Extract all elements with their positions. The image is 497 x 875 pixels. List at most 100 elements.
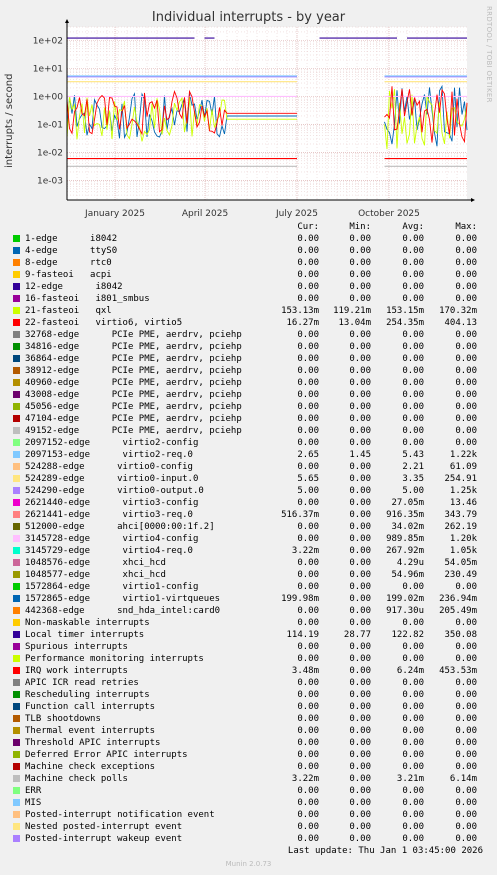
legend-value-max: 205.49m <box>439 606 477 616</box>
legend-value-avg: 0.00 <box>402 714 424 724</box>
x-tick-label: July 2025 <box>275 209 318 219</box>
legend-value-min: 0.00 <box>349 246 371 256</box>
legend-series-name: 16-fasteoi i801_smbus <box>25 294 150 304</box>
legend-row: 524290-edge virtio0-output.0 5.00 0.00 5.00… <box>0 485 497 497</box>
legend-series-name: Machine check polls <box>25 774 128 784</box>
legend-value-avg: 0.00 <box>402 378 424 388</box>
legend-column-header: Avg: <box>402 222 424 232</box>
legend-swatch <box>13 295 20 302</box>
legend-row: IRQ work interrupts 3.48m 0.00 6.24m 453.53m <box>0 665 497 677</box>
legend-value-cur: 0.00 <box>297 762 319 772</box>
legend-value-avg: 989.85m <box>386 534 424 544</box>
legend-series-name: Threshold APIC interrupts <box>25 738 161 748</box>
legend-series-name: Function call interrupts <box>25 702 156 712</box>
legend-swatch <box>13 463 20 470</box>
legend-value-avg: 0.00 <box>402 702 424 712</box>
legend-value-cur: 0.00 <box>297 798 319 808</box>
legend-value-avg: 153.15m <box>386 306 424 316</box>
legend-value-max: 0.00 <box>455 402 477 412</box>
last-update: Last update: Thu Jan 1 03:45:00 2026 <box>287 846 483 856</box>
legend-value-cur: 0.00 <box>297 726 319 736</box>
legend-value-max: 1.05k <box>449 546 477 556</box>
legend-value-max: 0.00 <box>455 690 477 700</box>
legend-value-min: 0.00 <box>349 558 371 568</box>
legend-swatch <box>13 355 20 362</box>
legend-series-name: Rescheduling interrupts <box>25 690 150 700</box>
legend-value-cur: 0.00 <box>297 234 319 244</box>
legend-row: 21-fasteoi qxl 153.13m 119.21m 153.15m 170.3… <box>0 305 497 317</box>
legend-row: 1572865-edge virtio1-virtqueues 199.98m 0.… <box>0 593 497 605</box>
legend-row: Function call interrupts 0.00 0.00 0.00 0.00 <box>0 701 497 713</box>
legend-row: 34816-edge PCIe PME, aerdrv, pciehp 0.00 0… <box>0 341 497 353</box>
legend-value-max: 404.13 <box>444 318 477 328</box>
legend-value-cur: 0.00 <box>297 534 319 544</box>
legend-value-max: 0.00 <box>455 654 477 664</box>
legend-value-max: 0.00 <box>455 786 477 796</box>
legend-row: 45056-edge PCIe PME, aerdrv, pciehp 0.00 0… <box>0 401 497 413</box>
y-tick-label: 1e+02 <box>33 36 63 46</box>
legend-value-max: 13.46 <box>449 498 477 508</box>
legend-value-cur: 0.00 <box>297 414 319 424</box>
legend-series-name: 22-fasteoi virtio6, virtio5 <box>25 318 183 328</box>
legend-value-max: 54.05m <box>444 558 477 568</box>
legend-value-avg: 254.35m <box>386 318 424 328</box>
legend-swatch <box>13 307 20 314</box>
legend-row: Spurious interrupts 0.00 0.00 0.00 0.00 <box>0 641 497 653</box>
legend-value-max: 0.00 <box>455 330 477 340</box>
legend-value-avg: 2.21 <box>402 462 424 472</box>
legend-value-min: 0.00 <box>349 390 371 400</box>
legend-value-cur: 0.00 <box>297 654 319 664</box>
legend-swatch <box>13 367 20 374</box>
legend-row: MIS 0.00 0.00 0.00 0.00 <box>0 797 497 809</box>
legend-swatch <box>13 331 20 338</box>
legend-row: 43008-edge PCIe PME, aerdrv, pciehp 0.00 0… <box>0 389 497 401</box>
legend-value-cur: 0.00 <box>297 330 319 340</box>
legend-series-name: 2097152-edge virtio2-config <box>25 438 199 448</box>
legend-row: 3145729-edge virtio4-req.0 3.22m 0.00 267.9… <box>0 545 497 557</box>
legend-value-max: 0.00 <box>455 342 477 352</box>
legend-value-min: 0.00 <box>349 438 371 448</box>
legend-swatch <box>13 835 20 842</box>
legend-value-avg: 0.00 <box>402 390 424 400</box>
legend-row: 2097152-edge virtio2-config 0.00 0.00 0.00 0… <box>0 437 497 449</box>
legend-swatch <box>13 631 20 638</box>
legend-series-name: Posted-interrupt notification event <box>25 810 215 820</box>
legend-swatch <box>13 283 20 290</box>
legend-value-avg: 0.00 <box>402 402 424 412</box>
legend-value-avg: 0.00 <box>402 426 424 436</box>
legend-value-min: 0.00 <box>349 270 371 280</box>
legend-value-avg: 27.05m <box>391 498 424 508</box>
legend-series-name: Machine check exceptions <box>25 762 156 772</box>
legend-value-min: 0.00 <box>349 642 371 652</box>
legend-value-max: 0.00 <box>455 642 477 652</box>
legend-value-max: 453.53m <box>439 666 477 676</box>
legend-swatch <box>13 655 20 662</box>
legend-value-avg: 5.00 <box>402 486 424 496</box>
legend-value-min: 0.00 <box>349 510 371 520</box>
legend-value-cur: 0.00 <box>297 438 319 448</box>
legend-value-cur: 0.00 <box>297 354 319 364</box>
y-tick-label: 1e+00 <box>33 92 64 102</box>
legend-value-max: 0.00 <box>455 726 477 736</box>
legend-value-min: 0.00 <box>349 594 371 604</box>
legend-series-name: 524290-edge virtio0-output.0 <box>25 486 204 496</box>
legend-series-name: 442368-edge snd_hda_intel:card0 <box>25 606 221 616</box>
legend-row: 49152-edge PCIe PME, aerdrv, pciehp 0.00 0… <box>0 425 497 437</box>
legend-value-avg: 0.00 <box>402 690 424 700</box>
legend-value-cur: 0.00 <box>297 834 319 844</box>
legend-row: 32768-edge PCIe PME, aerdrv, pciehp 0.00 0… <box>0 329 497 341</box>
legend-series-name: 43008-edge PCIe PME, aerdrv, pciehp <box>25 390 242 400</box>
legend-value-min: 0.00 <box>349 402 371 412</box>
legend-value-min: 1.45 <box>349 450 371 460</box>
legend-row: 3145728-edge virtio4-config 0.00 0.00 989.8… <box>0 533 497 545</box>
legend-value-min: 0.00 <box>349 342 371 352</box>
legend-value-cur: 199.98m <box>281 594 319 604</box>
legend-value-min: 0.00 <box>349 330 371 340</box>
legend-value-min: 0.00 <box>349 534 371 544</box>
legend-value-min: 0.00 <box>349 282 371 292</box>
legend-series-name: 4-edge ttyS0 <box>25 246 118 256</box>
legend-value-max: 1.25k <box>449 486 477 496</box>
legend-series-name: 47104-edge PCIe PME, aerdrv, pciehp <box>25 414 242 424</box>
legend-value-avg: 0.00 <box>402 822 424 832</box>
legend-row: 1048576-edge xhci_hcd 0.00 0.00 4.29u 54.05m <box>0 557 497 569</box>
